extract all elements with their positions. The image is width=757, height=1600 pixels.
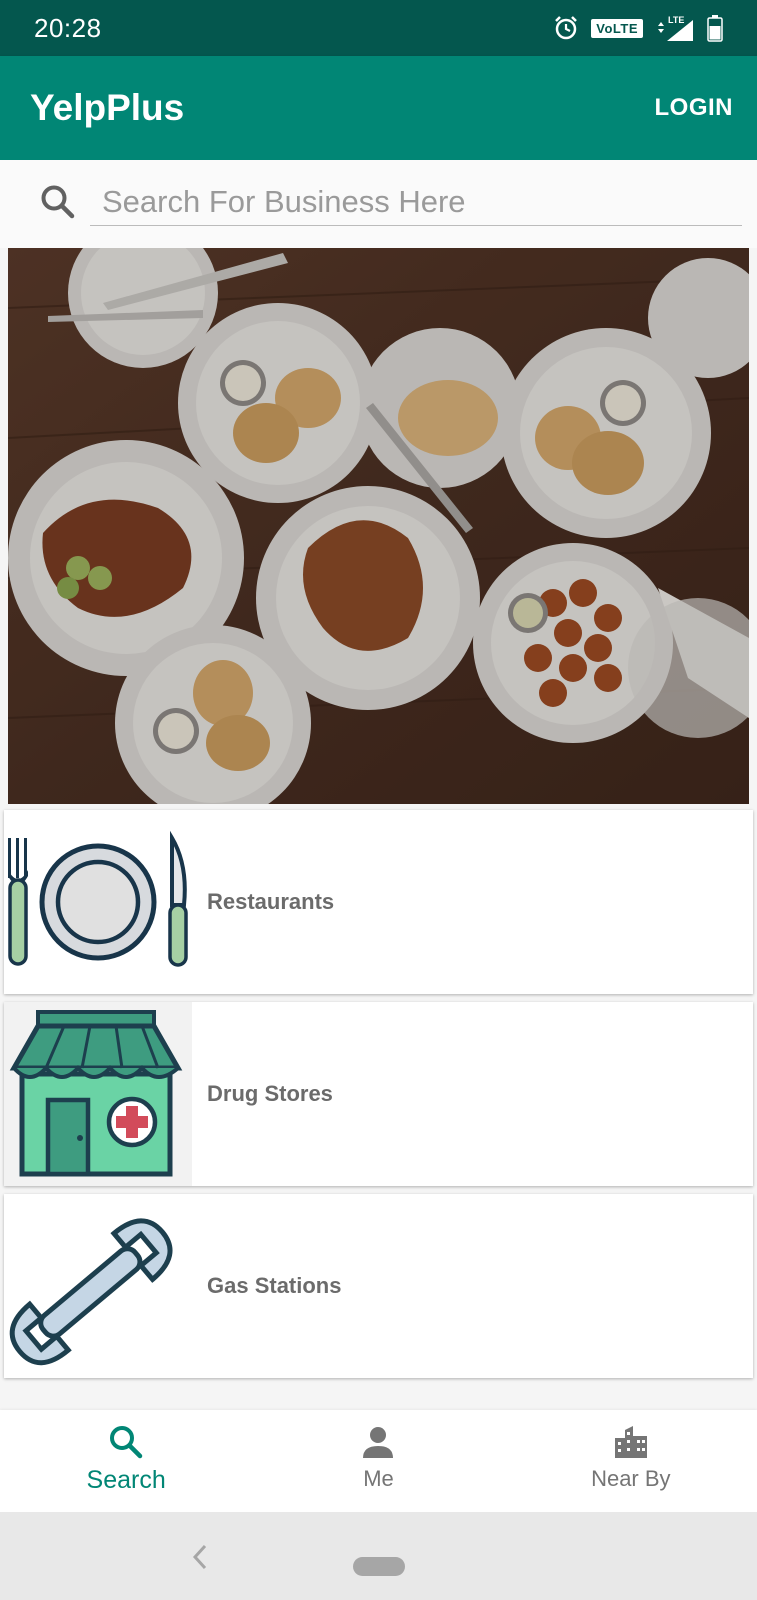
category-label: Drug Stores <box>207 1081 333 1106</box>
battery-icon <box>707 15 723 42</box>
hero-image <box>8 248 749 804</box>
system-navigation-bar <box>0 1512 757 1600</box>
home-pill-button[interactable] <box>353 1557 405 1576</box>
nav-label-search: Search <box>86 1466 166 1494</box>
category-card-restaurants[interactable]: Restaurants <box>4 810 753 994</box>
search-bar <box>0 160 757 248</box>
drug-store-icon <box>4 1002 192 1186</box>
alarm-icon <box>555 16 578 40</box>
search-icon <box>110 1426 143 1459</box>
person-icon <box>363 1427 394 1458</box>
search-input[interactable] <box>90 178 742 226</box>
nav-label-me: Me <box>363 1466 394 1491</box>
status-time: 20:28 <box>34 12 102 43</box>
city-icon <box>614 1426 647 1458</box>
signal-icon: LTE <box>658 15 693 41</box>
category-card-gas-stations[interactable]: Gas Stations <box>4 1194 753 1378</box>
bottom-navigation: Search Me Near By <box>0 1410 757 1512</box>
nav-label-near-by: Near By <box>591 1466 671 1491</box>
wrench-icon <box>9 1218 173 1366</box>
nav-item-near-by[interactable]: Near By <box>505 1410 757 1512</box>
nav-item-search[interactable]: Search <box>0 1410 252 1512</box>
category-label: Gas Stations <box>207 1273 342 1298</box>
app-title: YelpPlus <box>30 87 185 128</box>
category-label: Restaurants <box>207 889 335 914</box>
restaurant-icon <box>8 830 188 967</box>
status-icons: VoLTE LTE <box>553 14 723 42</box>
nav-item-me[interactable]: Me <box>252 1410 504 1512</box>
food-table-photo <box>8 248 749 804</box>
search-icon <box>41 185 75 219</box>
login-button[interactable]: LOGIN <box>655 94 734 122</box>
category-card-drug-stores[interactable]: Drug Stores <box>4 1002 753 1186</box>
volte-icon: VoLTE <box>591 18 643 38</box>
lte-label: LTE <box>668 15 684 25</box>
status-bar: 20:28 VoLTE LTE <box>0 0 757 56</box>
app-bar: YelpPlus LOGIN <box>0 56 757 160</box>
back-chevron-icon[interactable] <box>190 1542 210 1572</box>
